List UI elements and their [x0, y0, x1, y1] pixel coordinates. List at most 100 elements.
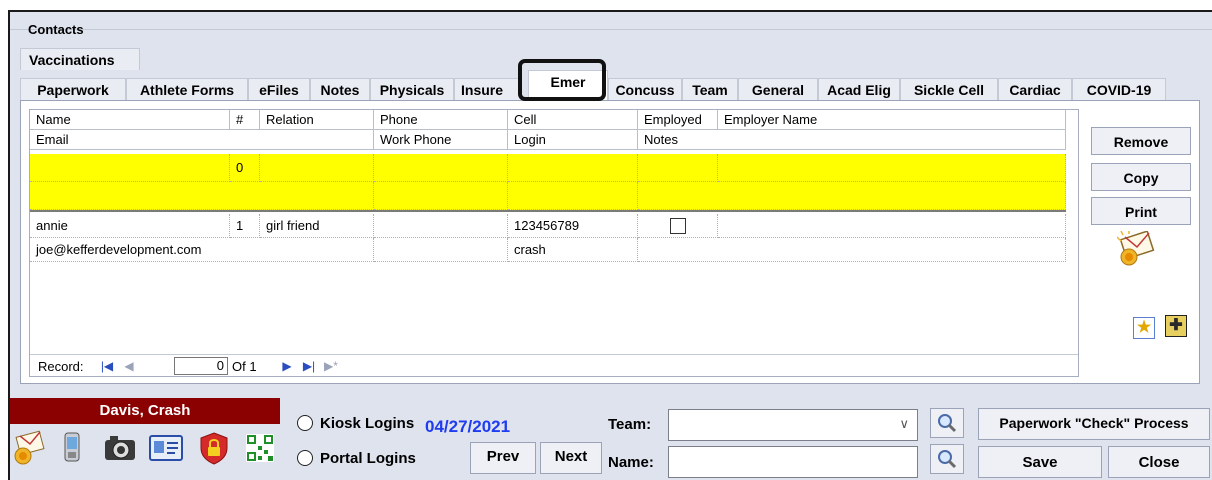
header-number: #	[230, 110, 260, 130]
tab-sickle-cell[interactable]: Sickle Cell	[900, 78, 998, 100]
new-relation-cell[interactable]	[260, 154, 374, 182]
header-employer-name: Employer Name	[718, 110, 1066, 130]
new-phone-cell[interactable]	[374, 154, 508, 182]
new-work-phone-cell[interactable]	[374, 182, 508, 210]
tab-acad-elig[interactable]: Acad Elig	[818, 78, 900, 100]
name-input[interactable]	[668, 446, 918, 478]
previous-record-icon[interactable]: ◀	[120, 358, 138, 374]
record-label: Record:	[38, 359, 84, 374]
tab-vaccinations[interactable]: Vaccinations	[20, 48, 140, 70]
magnifier-icon	[938, 450, 957, 469]
close-button[interactable]: Close	[1108, 446, 1210, 478]
tab-covid-19[interactable]: COVID-19	[1072, 78, 1166, 100]
envelope-seal-icon[interactable]	[1116, 230, 1157, 267]
record-cell-cell[interactable]: 123456789	[508, 214, 638, 238]
new-email-cell[interactable]	[30, 182, 374, 210]
plus-icon[interactable]: ✚	[1165, 315, 1187, 337]
grid-header-row-2: Email Work Phone Login Notes	[30, 130, 1066, 150]
kiosk-logins-radio[interactable]	[297, 415, 313, 431]
record-employed-cell[interactable]	[638, 214, 718, 238]
new-record-row-1[interactable]: 0	[30, 154, 1066, 182]
tab-cardiac[interactable]: Cardiac	[998, 78, 1072, 100]
record-notes-cell[interactable]	[638, 238, 1066, 262]
header-work-phone: Work Phone	[374, 130, 508, 150]
group-divider	[10, 29, 1212, 30]
kiosk-logins-label[interactable]: Kiosk Logins	[320, 415, 414, 432]
team-label: Team:	[608, 416, 652, 433]
last-record-icon[interactable]: ▶|	[300, 358, 318, 374]
next-record-icon[interactable]: ▶	[278, 358, 296, 374]
header-relation: Relation	[260, 110, 374, 130]
tab-physicals[interactable]: Physicals	[370, 78, 454, 100]
first-record-icon[interactable]: |◀	[98, 358, 116, 374]
record-name-cell[interactable]: annie	[30, 214, 230, 238]
new-cell-cell[interactable]	[508, 154, 638, 182]
tab-team[interactable]: Team	[682, 78, 738, 100]
print-button[interactable]: Print	[1091, 197, 1191, 225]
chevron-down-icon[interactable]: ∨	[899, 416, 909, 432]
new-number-cell[interactable]: 0	[230, 154, 260, 182]
record-email-cell[interactable]: joe@kefferdevelopment.com	[30, 238, 374, 262]
remove-button[interactable]: Remove	[1091, 127, 1191, 155]
name-search-button[interactable]	[930, 444, 964, 474]
record-number-input[interactable]: 0	[174, 357, 228, 375]
header-email: Email	[30, 130, 374, 150]
record-navigator: Record: |◀ ◀ 0 Of 1 ▶ ▶| ▶*	[30, 354, 1078, 376]
new-notes-cell[interactable]	[638, 182, 1066, 210]
emer-tab-panel: Name # Relation Phone Cell Employed Empl…	[20, 100, 1200, 384]
portal-logins-radio[interactable]	[297, 450, 313, 466]
tab-notes[interactable]: Notes	[310, 78, 370, 100]
header-employed: Employed	[638, 110, 718, 130]
prev-button[interactable]: Prev	[470, 442, 536, 474]
team-search-button[interactable]	[930, 408, 964, 438]
tab-emer[interactable]: Emer	[528, 70, 608, 100]
group-legend: Contacts	[28, 22, 84, 37]
tab-general[interactable]: General	[738, 78, 818, 100]
new-employer-cell[interactable]	[718, 154, 1066, 182]
contacts-grid: Name # Relation Phone Cell Employed Empl…	[29, 109, 1079, 377]
magnifier-icon	[938, 414, 957, 433]
header-notes: Notes	[638, 130, 1066, 150]
current-date: 04/27/2021	[425, 417, 511, 436]
id-card-icon[interactable]	[148, 430, 184, 466]
new-record-row-2[interactable]	[30, 182, 1066, 210]
header-phone: Phone	[374, 110, 508, 130]
record-number-cell[interactable]: 1	[230, 214, 260, 238]
main-window: Contacts Vaccinations Paperwork Athlete …	[8, 10, 1212, 480]
athlete-name-banner: Davis, Crash	[10, 398, 280, 424]
contacts-group: Contacts Vaccinations Paperwork Athlete …	[10, 12, 1212, 392]
lock-shield-icon[interactable]	[196, 430, 232, 466]
phone-icon[interactable]	[54, 430, 90, 466]
camera-icon[interactable]	[102, 430, 138, 466]
tab-insure[interactable]: Insure	[454, 78, 522, 100]
next-button[interactable]: Next	[540, 442, 602, 474]
star-icon[interactable]: ★	[1133, 317, 1155, 339]
name-label: Name:	[608, 454, 654, 471]
new-login-cell[interactable]	[508, 182, 638, 210]
record-employer-cell[interactable]	[718, 214, 1066, 238]
new-name-cell[interactable]	[30, 154, 230, 182]
save-button[interactable]: Save	[978, 446, 1102, 478]
record-row-1-line-2[interactable]: joe@kefferdevelopment.com crash	[30, 238, 1066, 262]
tab-paperwork[interactable]: Paperwork	[20, 78, 126, 100]
record-relation-cell[interactable]: girl friend	[260, 214, 374, 238]
new-record-icon[interactable]: ▶*	[322, 358, 340, 374]
record-count: Of 1	[232, 359, 257, 374]
grid-header-row-1: Name # Relation Phone Cell Employed Empl…	[30, 110, 1066, 130]
tab-athlete-forms[interactable]: Athlete Forms	[126, 78, 248, 100]
paperwork-check-process-button[interactable]: Paperwork "Check" Process	[978, 408, 1210, 440]
copy-button[interactable]: Copy	[1091, 163, 1191, 191]
record-phone-cell[interactable]	[374, 214, 508, 238]
tab-efiles[interactable]: eFiles	[248, 78, 310, 100]
record-row-1[interactable]: annie 1 girl friend 123456789	[30, 214, 1066, 238]
header-login: Login	[508, 130, 638, 150]
team-select[interactable]: ∨	[668, 409, 918, 441]
qr-code-icon[interactable]	[242, 430, 278, 466]
record-work-phone-cell[interactable]	[374, 238, 508, 262]
record-login-cell[interactable]: crash	[508, 238, 638, 262]
envelope-seal-icon[interactable]	[12, 430, 48, 466]
portal-logins-label[interactable]: Portal Logins	[320, 450, 416, 467]
employed-checkbox[interactable]	[670, 218, 686, 234]
tab-concuss[interactable]: Concuss	[608, 78, 682, 100]
new-employed-cell[interactable]	[638, 154, 718, 182]
